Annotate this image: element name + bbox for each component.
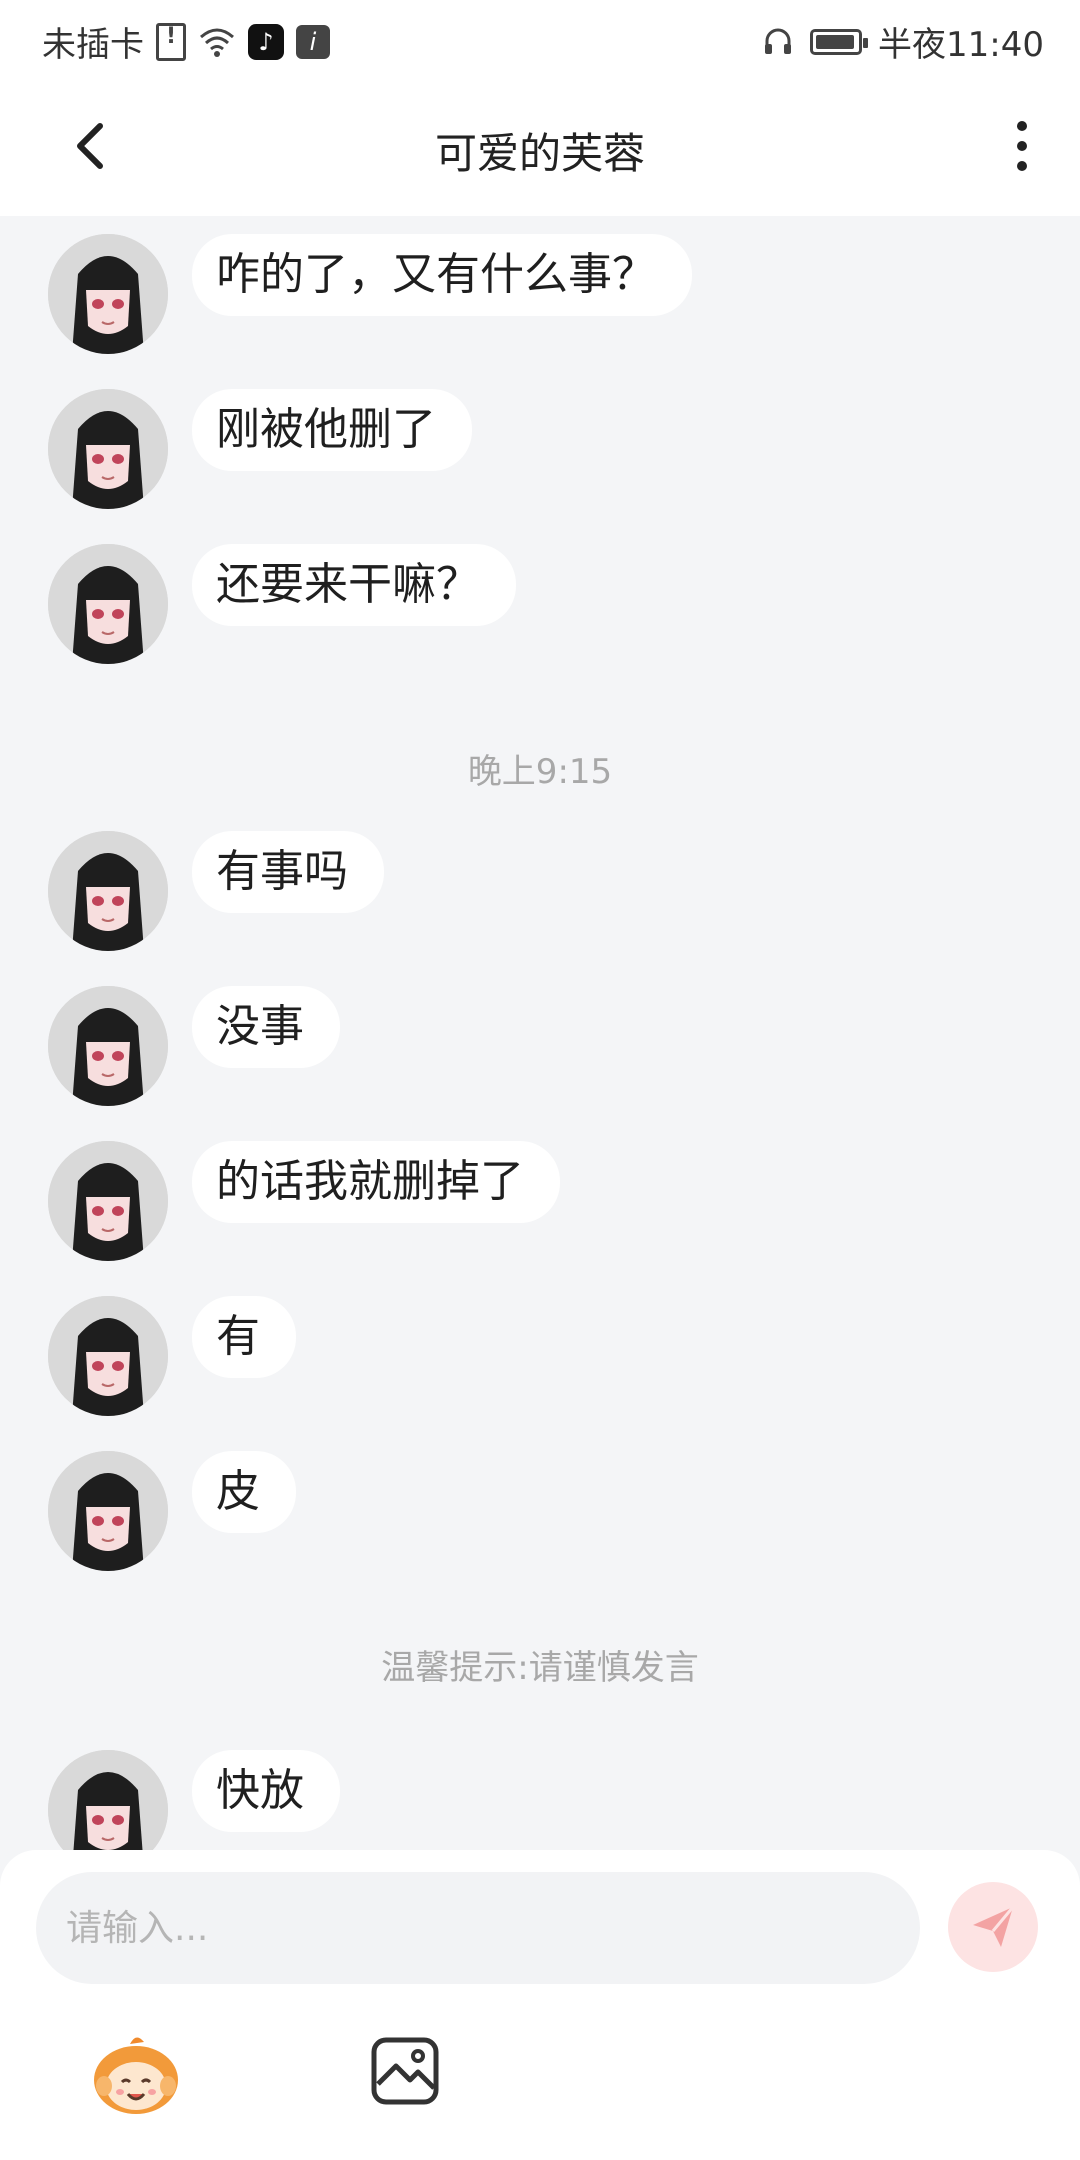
message-row: 刚被他删了 (48, 389, 472, 509)
avatar-image (48, 544, 168, 664)
info-icon: i (296, 24, 330, 59)
message-row: 快放 (48, 1750, 340, 1850)
avatar[interactable] (48, 389, 168, 509)
chat-header: 可爱的芙蓉 (0, 76, 1080, 216)
message-row: 有事吗 (48, 831, 384, 951)
avatar-image (48, 1750, 168, 1850)
input-panel (0, 1850, 1080, 2160)
message-bubble[interactable]: 有事吗 (192, 831, 384, 913)
avatar[interactable] (48, 1750, 168, 1850)
time-divider: 晚上9:15 (467, 752, 613, 792)
avatar-image (48, 831, 168, 951)
avatar-image (48, 986, 168, 1106)
message-row: 有 (48, 1296, 296, 1416)
headset-icon (765, 28, 792, 54)
paper-plane-icon (973, 1906, 1015, 1947)
message-row: 没事 (48, 986, 340, 1106)
battery-icon (810, 28, 869, 55)
chat-area[interactable]: 咋的了，又有什么事？ 刚被他删了 还要来干嘛？ 晚上9:15 有事吗 没事 的话… (0, 216, 1080, 1850)
message-bubble[interactable]: 有 (192, 1296, 296, 1378)
more-button[interactable] (1002, 114, 1042, 178)
message-bubble[interactable]: 没事 (192, 986, 340, 1068)
tip-label: 温馨提示:请谨慎发言 (381, 1648, 699, 1688)
send-button[interactable] (948, 1882, 1038, 1972)
sim-alert-icon (156, 22, 186, 61)
avatar[interactable] (48, 1141, 168, 1261)
message-row: 的话我就删掉了 (48, 1141, 560, 1261)
message-input[interactable] (36, 1872, 920, 1984)
tiktok-icon: ♪ (248, 23, 284, 60)
message-bubble[interactable]: 的话我就删掉了 (192, 1141, 560, 1223)
status-bar: 未插卡 ♪ i 半夜11:40 (0, 0, 1080, 76)
status-time: 半夜11:40 (878, 25, 1044, 65)
avatar-image (48, 1141, 168, 1261)
avatar-image (48, 234, 168, 354)
image-button[interactable] (370, 2036, 440, 2106)
message-bubble[interactable]: 还要来干嘛？ (192, 544, 516, 626)
emoji-button[interactable] (90, 2030, 182, 2122)
avatar[interactable] (48, 1451, 168, 1571)
avatar-image (48, 389, 168, 509)
status-right: 半夜11:40 (762, 17, 1044, 66)
more-vertical-icon (1017, 121, 1027, 171)
avatar[interactable] (48, 234, 168, 354)
image-icon (371, 2037, 439, 2105)
page-title: 可爱的芙蓉 (434, 129, 645, 178)
avatar[interactable] (48, 1296, 168, 1416)
avatar[interactable] (48, 831, 168, 951)
avatar[interactable] (48, 986, 168, 1106)
avatar[interactable] (48, 544, 168, 664)
status-left: 未插卡 ♪ i (42, 17, 330, 66)
message-row: 皮 (48, 1451, 296, 1571)
message-row: 咋的了，又有什么事？ (48, 234, 692, 354)
avatar-image (48, 1451, 168, 1571)
wifi-icon (200, 28, 234, 57)
message-bubble[interactable]: 刚被他删了 (192, 389, 472, 471)
message-bubble[interactable]: 皮 (192, 1451, 296, 1533)
mascot-emoji-icon (94, 2037, 178, 2114)
avatar-image (48, 1296, 168, 1416)
message-bubble[interactable]: 快放 (192, 1750, 340, 1832)
message-row: 还要来干嘛？ (48, 544, 516, 664)
message-bubble[interactable]: 咋的了，又有什么事？ (192, 234, 692, 316)
carrier-text: 未插卡 (42, 25, 144, 65)
